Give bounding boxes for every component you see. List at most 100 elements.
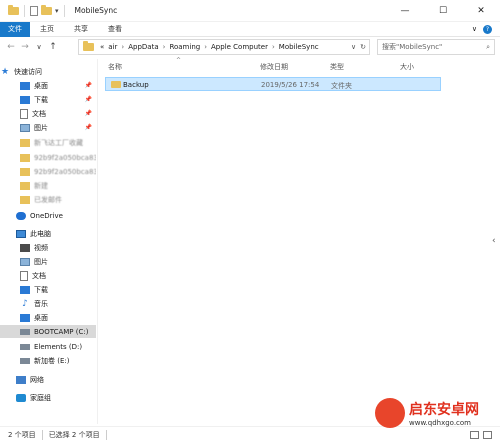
column-modified[interactable]: 修改日期 [260,62,288,72]
tab-home[interactable]: 主页 [30,22,64,37]
sidebar-item-downloads[interactable]: 下载 📌 [0,93,96,106]
download-icon [20,285,30,294]
divider [24,4,25,17]
new-folder-icon[interactable] [41,4,52,15]
sidebar-item-label: BOOTCAMP (C:) [34,327,89,336]
folder-icon [20,181,30,190]
sidebar-item-music[interactable]: ♪ 音乐 [0,297,96,310]
forward-button[interactable]: → [18,42,32,52]
sidebar-item-label: 新建 [34,181,48,190]
homegroup-icon [16,393,26,402]
folder-icon [8,4,19,15]
tab-view[interactable]: 查看 [98,22,132,37]
refresh-icon[interactable]: ↻ [360,43,366,51]
column-type[interactable]: 类型 [330,62,344,72]
address-bar[interactable]: « air › AppData › Roaming › Apple Comput… [78,39,370,55]
maximize-button[interactable]: ☐ [424,0,462,22]
search-icon[interactable]: ⌕ [486,43,490,52]
drive-icon [20,343,30,350]
sidebar-item-downloads-pc[interactable]: 下载 [0,283,96,296]
recent-locations-button[interactable]: ∨ [32,43,46,51]
sidebar-item-recent-folder[interactable]: 新飞达工厂收藏 [0,136,96,149]
divider [63,4,65,17]
sidebar-item-label: 92b9f2a050bca83 [34,153,96,162]
column-headers: 名称 ^ 修改日期 类型 大小 [100,57,487,73]
sidebar-item-quick-access[interactable]: ★ 快速访问 [0,65,96,78]
help-icon[interactable]: ? [483,24,492,34]
up-button[interactable]: ↑ [46,42,60,52]
sidebar-item-label: 桌面 [34,81,48,90]
sidebar-item-label: 92b9f2a050bca83 [34,167,96,176]
folder-icon [83,41,94,51]
details-view-icon[interactable] [470,430,479,439]
customize-toolbar-icon[interactable]: ▾ [55,7,59,15]
tab-share[interactable]: 共享 [64,22,98,37]
breadcrumb-item[interactable]: air [108,43,117,51]
sidebar-item-pictures[interactable]: 图片 📌 [0,121,96,134]
minimize-button[interactable]: — [386,0,424,22]
file-name: Backup [123,81,149,89]
breadcrumb-item[interactable]: Roaming [169,43,200,51]
sidebar-item-label: 视频 [34,243,48,252]
sidebar-item-recent-folder[interactable]: 92b9f2a050bca83 [0,165,96,178]
back-button[interactable]: ← [4,42,18,52]
table-row[interactable]: Backup 2019/5/26 17:54 文件夹 [105,77,441,91]
breadcrumb-item[interactable]: AppData [128,43,158,51]
sidebar-item-recent-folder[interactable]: 已发邮件 [0,193,96,206]
column-name[interactable]: 名称 [108,62,122,72]
item-count: 2 个项目 [8,430,36,439]
chevron-right-icon[interactable]: › [163,43,166,51]
sidebar-item-pictures-pc[interactable]: 图片 [0,255,96,268]
chevron-left-icon[interactable]: ‹ [492,236,496,246]
quick-access-toolbar: ▾ [8,4,67,17]
navigation-pane: ★ 快速访问 桌面 📌 下载 📌 文档 📌 图片 📌 新飞达工厂收藏 92b9f… [0,59,98,424]
sidebar-item-onedrive[interactable]: OneDrive [0,209,96,222]
sidebar-item-label: 快速访问 [14,67,42,76]
sidebar-item-label: OneDrive [30,211,63,220]
tab-file[interactable]: 文件 [0,21,30,37]
sidebar-item-documents[interactable]: 文档 📌 [0,107,96,120]
close-button[interactable]: ✕ [462,0,500,22]
chevron-right-icon[interactable]: › [204,43,207,51]
sidebar-item-drive-c[interactable]: BOOTCAMP (C:) [0,325,96,338]
sidebar-item-drive-d[interactable]: Elements (D:) [0,340,96,353]
divider [105,429,107,440]
sidebar-item-this-pc[interactable]: 此电脑 [0,227,96,240]
video-icon [20,243,30,252]
sidebar-item-documents-pc[interactable]: 文档 [0,269,96,282]
column-size[interactable]: 大小 [400,62,414,72]
sidebar-item-label: 新加卷 (E:) [34,356,70,365]
sort-ascending-icon: ^ [176,57,182,64]
selection-count: 已选择 2 个项目 [48,430,100,439]
sidebar-item-label: 桌面 [34,313,48,322]
sidebar-item-desktop-pc[interactable]: 桌面 [0,311,96,324]
sidebar-item-homegroup[interactable]: 家庭组 [0,391,96,404]
expand-ribbon-icon[interactable]: ∨ [472,25,477,33]
pictures-icon [20,257,30,266]
sidebar-item-recent-folder[interactable]: 新建 [0,179,96,192]
pin-icon: 📌 [84,124,92,131]
status-bar: 2 个项目 已选择 2 个项目 [0,426,500,442]
sidebar-item-videos[interactable]: 视频 [0,241,96,254]
pin-icon: 📌 [84,110,92,117]
large-icons-view-icon[interactable] [483,430,492,439]
chevron-right-icon[interactable]: › [121,43,124,51]
watermark-logo-icon [375,398,405,428]
cloud-icon [16,211,26,220]
drive-icon [20,357,30,364]
search-input[interactable]: 搜索"MobileSync" ⌕ [377,39,495,55]
sidebar-item-network[interactable]: 网络 [0,373,96,386]
sidebar-item-label: 网络 [30,375,44,384]
address-dropdown-icon[interactable]: ∨ [351,43,356,51]
breadcrumb-item[interactable]: MobileSync [279,43,319,51]
chevron-right-icon[interactable]: › [272,43,275,51]
properties-icon[interactable] [30,5,38,16]
sidebar-item-desktop[interactable]: 桌面 📌 [0,79,96,92]
sidebar-item-label: 文档 [32,271,46,280]
breadcrumb-item[interactable]: Apple Computer [211,43,268,51]
sidebar-item-drive-e[interactable]: 新加卷 (E:) [0,354,96,367]
sidebar-item-recent-folder[interactable]: 92b9f2a050bca83 [0,151,96,164]
sidebar-item-label: 家庭组 [30,393,51,402]
breadcrumb-overflow[interactable]: « [100,43,104,51]
drive-icon [20,328,30,335]
